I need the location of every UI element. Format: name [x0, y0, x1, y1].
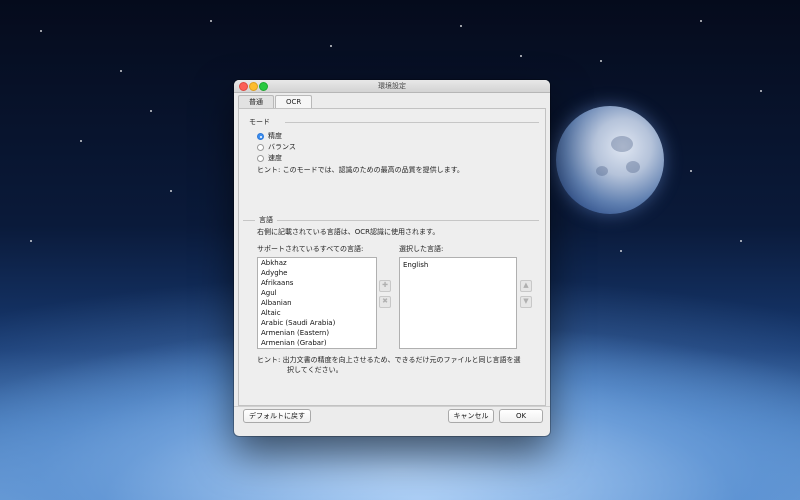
language-hint-line1: ヒント: 出力文書の精度を向上させるため、できるだけ元のファイルと同じ言語を選 — [257, 356, 521, 364]
move-up-button[interactable]: ▲ — [520, 280, 532, 292]
title-bar[interactable]: 環境設定 — [234, 80, 550, 93]
radio-icon — [257, 143, 264, 151]
moon-image — [556, 106, 664, 214]
list-item[interactable]: Armenian (Eastern) — [258, 328, 376, 338]
supported-languages-label: サポートされているすべての言語: — [257, 245, 364, 253]
mode-option-label: 精度 — [268, 132, 282, 140]
radio-selected-icon — [257, 132, 264, 140]
list-item[interactable]: Armenian (Grabar) — [258, 338, 376, 348]
language-divider-left — [243, 220, 255, 221]
radio-icon — [257, 154, 264, 162]
selected-languages-list[interactable]: English — [399, 257, 517, 349]
arrow-down-icon: ▼ — [523, 297, 529, 305]
mode-option-label: 速度 — [268, 154, 282, 162]
language-description: 右側に記載されている言語は、OCR認識に使用されます。 — [257, 228, 440, 236]
selected-languages-label: 選択した言語: — [399, 245, 444, 253]
arrow-up-icon: ▲ — [523, 281, 529, 289]
language-divider — [277, 220, 539, 221]
window-title: 環境設定 — [378, 82, 406, 90]
ocr-settings-pane: モード 精度 バランス 速度 ヒント: このモードでは、認識のための最高の品質を… — [238, 108, 546, 406]
mode-option-balance[interactable]: バランス — [257, 142, 296, 152]
mode-divider — [285, 122, 539, 123]
move-down-button[interactable]: ▼ — [520, 296, 532, 308]
footer-divider — [234, 406, 550, 407]
tab-general[interactable]: 普通 — [238, 95, 274, 108]
list-item[interactable]: Altaic — [258, 308, 376, 318]
restore-defaults-button[interactable]: デフォルトに戻す — [243, 409, 311, 423]
mode-heading: モード — [249, 118, 270, 126]
mode-hint: ヒント: このモードでは、認識のための最高の品質を提供します。 — [257, 166, 464, 174]
list-item[interactable]: Arabic (Saudi Arabia) — [258, 318, 376, 328]
mode-option-label: バランス — [268, 143, 296, 151]
list-item[interactable]: Agul — [258, 288, 376, 298]
list-item[interactable]: Afrikaans — [258, 278, 376, 288]
plus-icon: ✚ — [382, 281, 388, 289]
list-item[interactable]: Adyghe — [258, 268, 376, 278]
add-language-button[interactable]: ✚ — [379, 280, 391, 292]
preferences-window: 環境設定 普通 OCR モード 精度 バランス 速度 ヒント: このモードでは、… — [234, 80, 550, 436]
list-item[interactable]: English — [400, 258, 516, 270]
list-item[interactable]: Albanian — [258, 298, 376, 308]
list-item[interactable]: Abkhaz — [258, 258, 376, 268]
tab-ocr[interactable]: OCR — [275, 95, 313, 109]
mode-option-accuracy[interactable]: 精度 — [257, 131, 282, 141]
language-hint-line2: 択してください。 — [287, 366, 343, 374]
supported-languages-list[interactable]: Abkhaz Adyghe Afrikaans Agul Albanian Al… — [257, 257, 377, 349]
language-heading: 言語 — [259, 216, 273, 224]
cancel-button[interactable]: キャンセル — [448, 409, 494, 423]
remove-icon: ✖ — [382, 297, 388, 305]
mode-option-speed[interactable]: 速度 — [257, 153, 282, 163]
tab-bar: 普通 OCR — [238, 95, 313, 109]
remove-language-button[interactable]: ✖ — [379, 296, 391, 308]
ok-button[interactable]: OK — [499, 409, 543, 423]
